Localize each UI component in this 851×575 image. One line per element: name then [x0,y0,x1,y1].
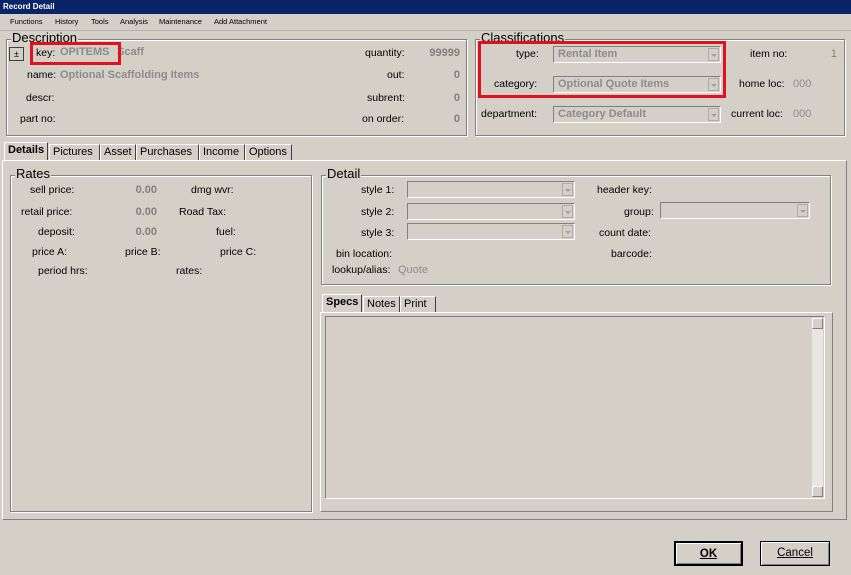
style2-dropdown-icon[interactable] [562,205,573,218]
department-label: department: [481,108,538,120]
style1-dropdown-icon[interactable] [562,183,573,196]
price-a-label: price A: [32,246,68,258]
specs-scrollbar[interactable] [812,318,823,497]
department-select[interactable]: Category Default [553,106,721,123]
scroll-down-icon[interactable] [812,486,823,497]
window-title: Record Detail [0,0,851,14]
department-value: Category Default [558,108,647,120]
part-no-label: part no: [20,113,56,125]
style2-label: style 2: [361,206,395,218]
menu-add-attachment[interactable]: Add Attachment [214,17,267,26]
menu-bar: Functions History Tools Analysis Mainten… [0,14,851,31]
retail-price-value: 0.00 [135,206,157,218]
dmg-wvr-label: dmg wvr: [191,184,234,196]
classification-highlight-box [478,41,726,98]
expand-toggle-icon[interactable]: ± [9,47,24,61]
ok-label: OK [699,548,718,560]
style1-label: style 1: [361,184,395,196]
style2-select[interactable] [407,203,575,220]
retail-price-label: retail price: [21,206,73,218]
road-tax-label: Road Tax: [179,206,227,218]
tab-pictures[interactable]: Pictures [49,144,100,161]
price-c-label: price C: [220,246,257,258]
key-suffix: Scaff [117,46,144,58]
deposit-value: 0.00 [135,226,157,238]
barcode-label: barcode: [611,248,652,260]
rates-label: rates: [176,265,203,277]
deposit-label: deposit: [38,226,75,238]
scroll-up-icon[interactable] [812,318,823,329]
home-loc-value: 000 [793,78,812,90]
home-loc-label: home loc: [739,78,785,90]
tab-options[interactable]: Options [245,144,292,161]
count-date-label: count date: [599,227,651,239]
tab-purchases[interactable]: Purchases [136,144,199,161]
sell-price-label: sell price: [30,184,75,196]
tab-details[interactable]: Details [4,142,48,161]
item-no-label: item no: [750,48,788,60]
current-loc-label: current loc: [731,108,783,120]
menu-analysis[interactable]: Analysis [120,17,148,26]
sell-price-value: 0.00 [135,184,157,196]
detail-title: Detail [326,166,362,181]
item-no-value: 1 [830,48,837,60]
tab-asset[interactable]: Asset [100,144,136,161]
style1-select[interactable] [407,181,575,198]
price-b-label: price B: [125,246,161,258]
subtab-notes[interactable]: Notes [363,296,400,313]
menu-history[interactable]: History [55,17,78,26]
subtab-print[interactable]: Print [400,296,436,313]
group-label: group: [624,206,654,218]
lookup-alias-value[interactable]: Quote [398,264,428,276]
name-label: name: [27,69,57,81]
cancel-button[interactable]: Cancel [760,541,830,566]
tab-income[interactable]: Income [199,144,245,161]
descr-label: descr: [26,92,55,104]
on-order-value: 0 [453,113,460,125]
ok-button[interactable]: OK [674,541,743,566]
menu-tools[interactable]: Tools [91,17,109,26]
rates-title: Rates [15,166,51,181]
out-label: out: [387,69,405,81]
subrent-label: subrent: [367,92,405,104]
bin-location-label: bin location: [336,248,393,260]
style3-dropdown-icon[interactable] [562,225,573,238]
department-dropdown-icon[interactable] [708,108,719,121]
lookup-alias-label: lookup/alias: [332,264,391,276]
period-hrs-label: period hrs: [38,265,88,277]
style3-select[interactable] [407,223,575,240]
name-value[interactable]: Optional Scaffolding Items [60,69,199,81]
menu-maintenance[interactable]: Maintenance [159,17,202,26]
fuel-label: fuel: [216,226,236,238]
header-key-label: header key: [597,184,652,196]
specs-textarea[interactable] [325,316,825,499]
out-value: 0 [453,69,460,81]
group-select[interactable] [660,202,810,219]
menu-functions[interactable]: Functions [10,17,43,26]
subrent-value: 0 [453,92,460,104]
key-highlight-box [30,42,121,65]
subtab-specs[interactable]: Specs [322,294,362,313]
cancel-label: Cancel [777,547,813,559]
style3-label: style 3: [361,227,395,239]
current-loc-value: 000 [793,108,812,120]
quantity-label: quantity: [365,47,405,59]
group-dropdown-icon[interactable] [797,204,808,217]
on-order-label: on order: [362,113,405,125]
quantity-value: 99999 [429,47,460,59]
